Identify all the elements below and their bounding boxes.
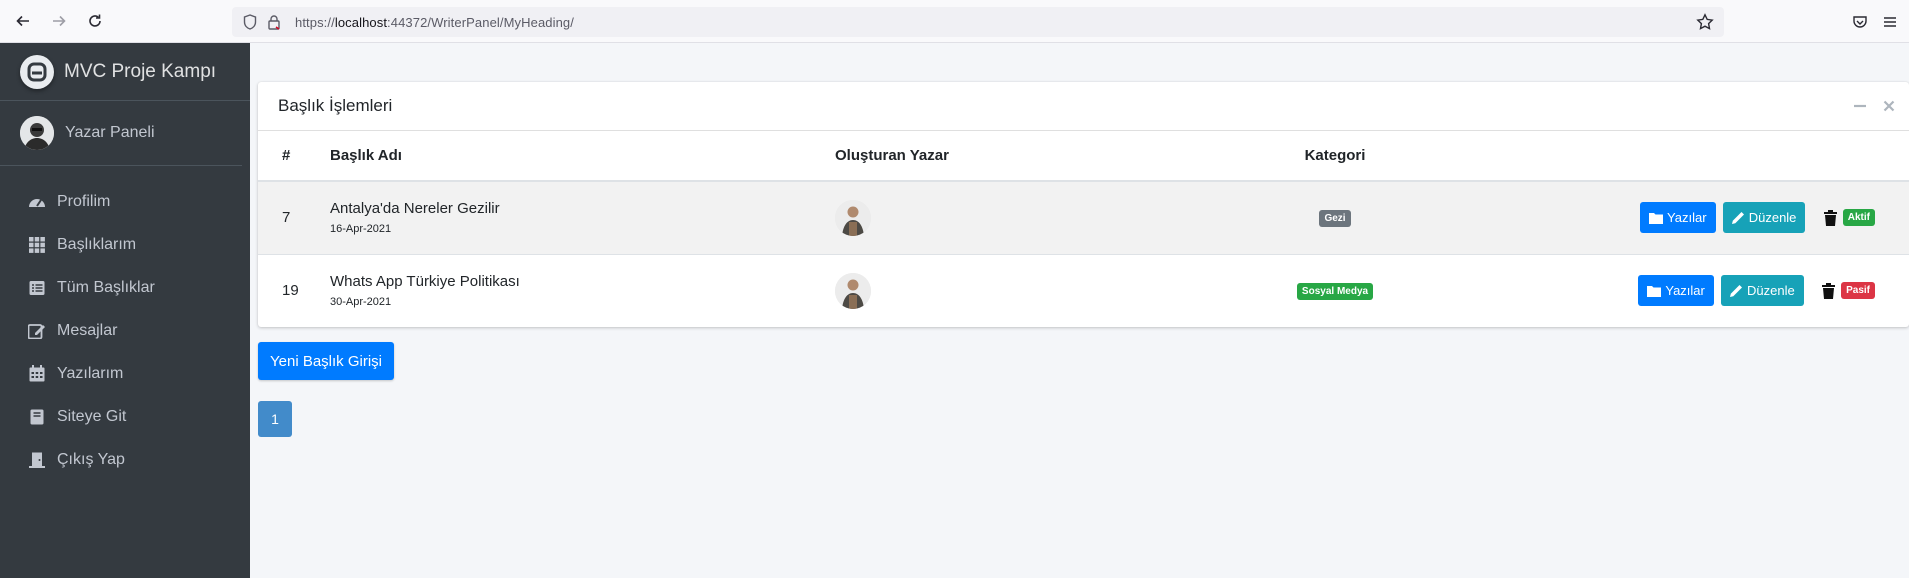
address-bar[interactable]: https://localhost:44372/WriterPanel/MyHe…	[232, 7, 1724, 37]
reload-icon[interactable]	[82, 8, 108, 34]
row-id: 7	[258, 180, 330, 254]
user-panel[interactable]: Yazar Paneli	[0, 101, 242, 166]
posts-button[interactable]: Yazılar	[1640, 202, 1716, 234]
sidebar-item-label: Başlıklarım	[57, 235, 137, 253]
sidebar-item-mesajlar[interactable]: Mesajlar	[0, 309, 250, 352]
row-category-cell: Sosyal Medya	[1235, 253, 1435, 327]
pocket-icon[interactable]	[1850, 12, 1870, 32]
card-header: Başlık İşlemleri	[258, 82, 1909, 131]
column-header-author: Oluşturan Yazar	[835, 131, 1235, 182]
calendar-icon	[27, 364, 47, 384]
category-badge: Sosyal Medya	[1296, 283, 1374, 301]
table-header-row: # Başlık Adı Oluşturan Yazar Kategori	[258, 131, 1909, 182]
book-icon	[27, 407, 47, 427]
row-title: Antalya'da Nereler Gezilir	[330, 200, 500, 218]
sidebar-item-label: Profilim	[57, 192, 111, 210]
row-id: 19	[258, 253, 330, 327]
bookmark-star-icon[interactable]	[1696, 13, 1714, 31]
row-actions: Yazılar Düzenle Aktif	[1435, 180, 1909, 254]
sidebar: MVC Proje Kampı Yazar Paneli Profilim Ba…	[0, 43, 250, 578]
column-header-id: #	[258, 131, 330, 182]
sidebar-item-profilim[interactable]: Profilim	[0, 180, 250, 223]
brand-logo-icon	[20, 54, 54, 89]
trash-icon[interactable]	[1823, 209, 1837, 226]
pagination-page-1[interactable]: 1	[258, 401, 292, 437]
edit-button-label: Düzenle	[1748, 210, 1797, 226]
pencil-icon	[1730, 284, 1743, 298]
posts-button[interactable]: Yazılar	[1638, 275, 1714, 307]
url-host: localhost	[334, 14, 388, 30]
edit-icon	[27, 321, 47, 341]
sidebar-item-label: Mesajlar	[57, 321, 118, 339]
folder-icon	[1647, 285, 1662, 297]
lock-icon[interactable]	[265, 13, 283, 31]
sidebar-item-label: Siteye Git	[57, 407, 127, 425]
avatar	[20, 116, 54, 150]
status-badge[interactable]: Aktif	[1842, 209, 1875, 227]
list-icon	[27, 278, 47, 298]
url-text: https://localhost:44372/WriterPanel/MyHe…	[295, 15, 574, 30]
door-icon	[27, 450, 47, 470]
status-badge[interactable]: Pasif	[1841, 282, 1875, 300]
row-date: 16-Apr-2021	[330, 223, 392, 236]
category-badge: Gezi	[1319, 210, 1351, 228]
table-row: 7 Antalya'da Nereler Gezilir 16-Apr-2021…	[258, 180, 1909, 254]
headings-table: # Başlık Adı Oluşturan Yazar Kategori 7 …	[258, 131, 1909, 327]
author-avatar	[835, 272, 871, 309]
row-title-cell: Whats App Türkiye Politikası 30-Apr-2021	[330, 253, 835, 327]
sidebar-item-tum-basliklar[interactable]: Tüm Başlıklar	[0, 266, 250, 309]
row-title-cell: Antalya'da Nereler Gezilir 16-Apr-2021	[330, 180, 835, 254]
row-date: 30-Apr-2021	[330, 296, 392, 309]
edit-button[interactable]: Düzenle	[1721, 275, 1804, 307]
row-author-cell	[835, 180, 1235, 254]
edit-button[interactable]: Düzenle	[1722, 202, 1806, 234]
sidebar-item-label: Tüm Başlıklar	[57, 278, 155, 296]
author-avatar	[835, 199, 871, 236]
folder-icon	[1649, 212, 1664, 224]
card-title: Başlık İşlemleri	[278, 96, 393, 115]
column-header-title: Başlık Adı	[330, 131, 835, 182]
sidebar-item-label: Çıkış Yap	[57, 450, 125, 468]
browser-toolbar: https://localhost:44372/WriterPanel/MyHe…	[0, 0, 1909, 43]
sidebar-item-siteye-git[interactable]: Siteye Git	[0, 395, 250, 438]
sidebar-item-cikis-yap[interactable]: Çıkış Yap	[0, 438, 250, 481]
row-author-cell	[835, 253, 1235, 327]
row-actions: Yazılar Düzenle Pasif	[1435, 253, 1909, 327]
trash-icon[interactable]	[1821, 282, 1835, 299]
url-scheme: https://	[295, 14, 335, 30]
hamburger-menu-icon[interactable]	[1880, 12, 1900, 32]
forward-arrow-icon[interactable]	[46, 8, 72, 34]
user-name: Yazar Paneli	[65, 124, 155, 141]
grid-icon	[27, 235, 47, 255]
close-icon[interactable]	[1881, 98, 1897, 114]
sidebar-menu: Profilim Başlıklarım Tüm Başlıklar Mesaj…	[0, 166, 250, 481]
gauge-icon	[27, 192, 47, 212]
row-category-cell: Gezi	[1235, 180, 1435, 254]
sidebar-item-yazilarim[interactable]: Yazılarım	[0, 352, 250, 395]
new-heading-button[interactable]: Yeni Başlık Girişi	[258, 342, 394, 380]
sidebar-item-basliklarim[interactable]: Başlıklarım	[0, 223, 250, 266]
posts-button-label: Yazılar	[1667, 210, 1707, 226]
column-header-category: Kategori	[1235, 131, 1435, 182]
headings-card: Başlık İşlemleri # Başlık Adı Oluşturan …	[258, 82, 1909, 327]
edit-button-label: Düzenle	[1747, 283, 1795, 299]
table-row: 19 Whats App Türkiye Politikası 30-Apr-2…	[258, 253, 1909, 327]
brand-link[interactable]: MVC Proje Kampı	[0, 43, 250, 101]
posts-button-label: Yazılar	[1665, 283, 1705, 299]
brand-text: MVC Proje Kampı	[64, 60, 217, 82]
back-arrow-icon[interactable]	[10, 8, 36, 34]
minus-icon[interactable]	[1852, 98, 1868, 114]
url-path: :44372/WriterPanel/MyHeading/	[387, 14, 574, 30]
sidebar-item-label: Yazılarım	[57, 364, 124, 382]
column-header-actions	[1435, 131, 1909, 182]
row-title: Whats App Türkiye Politikası	[330, 273, 520, 291]
shield-icon[interactable]	[241, 13, 259, 31]
pencil-icon	[1731, 211, 1745, 225]
